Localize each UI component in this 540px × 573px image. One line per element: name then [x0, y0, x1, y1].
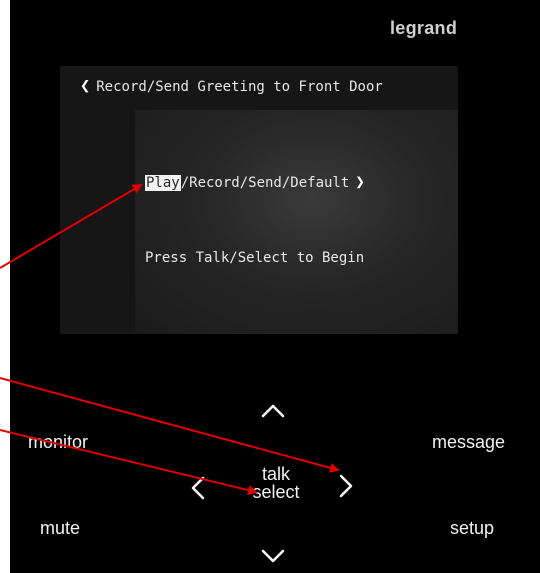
- monitor-button[interactable]: monitor: [28, 432, 88, 453]
- setup-button[interactable]: setup: [450, 518, 494, 539]
- menu-option-rest: /Record/Send/Default: [180, 175, 350, 191]
- down-arrow-icon[interactable]: [260, 548, 286, 564]
- talk-select-button[interactable]: talk select: [240, 465, 312, 501]
- talk-label: talk: [261, 464, 290, 484]
- message-button[interactable]: message: [432, 432, 505, 453]
- screen-title-text: Record/Send Greeting to Front Door: [96, 79, 383, 95]
- mute-button[interactable]: mute: [40, 518, 80, 539]
- right-arrow-icon[interactable]: [338, 473, 354, 499]
- up-arrow-icon[interactable]: [260, 403, 286, 419]
- screen-content-area: [135, 110, 458, 334]
- select-label: select: [252, 482, 300, 502]
- menu-option-selected[interactable]: Play: [145, 175, 181, 191]
- back-chevron-icon[interactable]: ❮: [80, 76, 90, 96]
- menu-options[interactable]: Play/Record/Send/Default ❯: [145, 172, 365, 191]
- screen-title: ❮ Record/Send Greeting to Front Door: [80, 76, 460, 96]
- forward-chevron-icon[interactable]: ❯: [355, 172, 365, 191]
- left-arrow-icon[interactable]: [190, 475, 206, 501]
- hint-text: Press Talk/Select to Begin: [145, 250, 365, 266]
- brand-logo: legrand: [390, 18, 458, 38]
